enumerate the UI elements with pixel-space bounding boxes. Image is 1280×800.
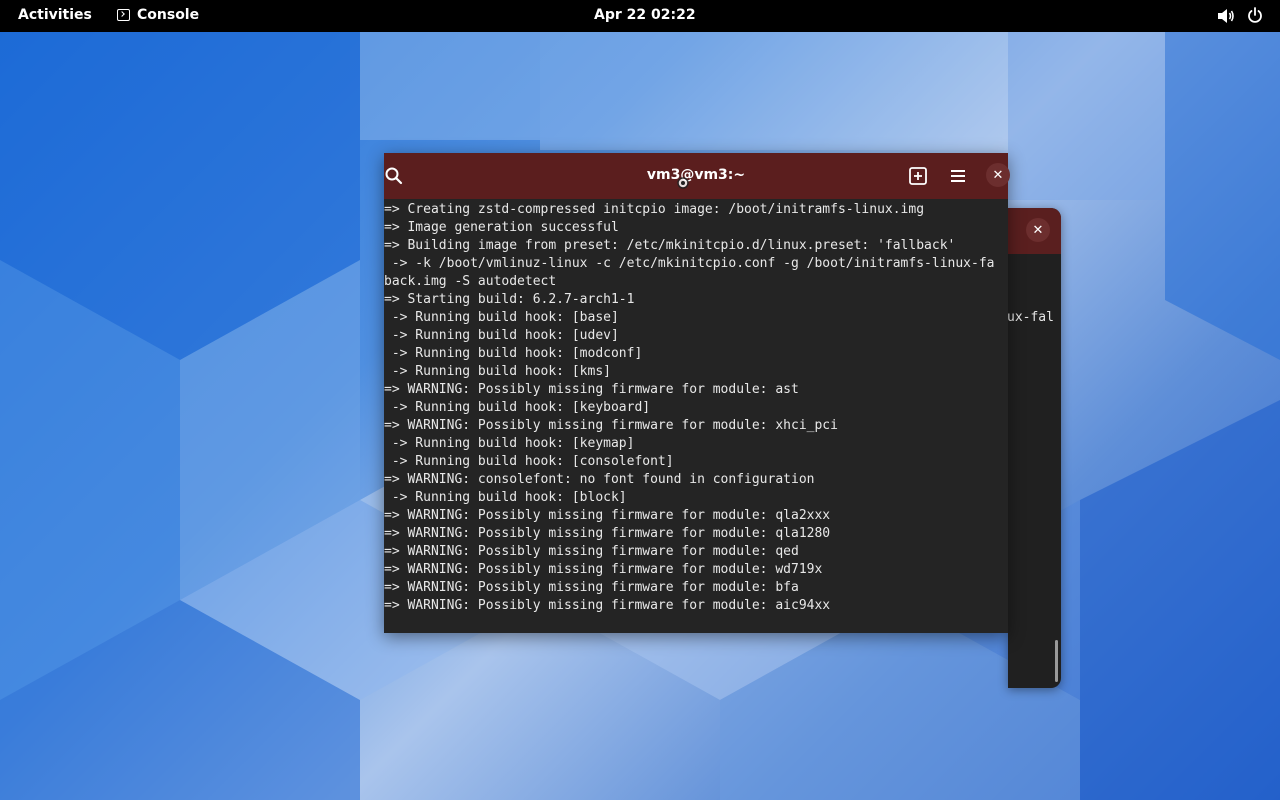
- terminal-line: => Starting build: 6.2.7-arch1-1: [384, 292, 635, 307]
- terminal-line: => WARNING: Possibly missing firmware fo…: [384, 526, 831, 541]
- scrollbar[interactable]: [1055, 640, 1058, 682]
- background-terminal-window[interactable]: [1008, 208, 1061, 688]
- terminal-line: => WARNING: Possibly missing firmware fo…: [384, 580, 799, 595]
- app-menu-button[interactable]: Console: [117, 7, 199, 23]
- background-window-text: ux-fal: [1007, 310, 1054, 325]
- app-name-label: Console: [137, 7, 200, 23]
- terminal-line: -> Running build hook: [base]: [384, 310, 619, 325]
- terminal-line: => Creating zstd-compressed initcpio ima…: [384, 202, 925, 217]
- volume-icon[interactable]: [1217, 8, 1235, 28]
- close-button[interactable]: ✕: [986, 163, 1010, 187]
- terminal-line: => WARNING: Possibly missing firmware fo…: [384, 598, 831, 613]
- terminal-app-icon: [117, 9, 130, 21]
- background-window-close-button[interactable]: ✕: [1026, 218, 1050, 242]
- hamburger-menu-icon[interactable]: [948, 166, 968, 186]
- terminal-line: => WARNING: Possibly missing firmware fo…: [384, 562, 823, 577]
- power-icon[interactable]: [1247, 7, 1263, 28]
- terminal-line: -> Running build hook: [keyboard]: [384, 400, 651, 415]
- top-bar: Activities Console Apr 22 02:22: [0, 0, 1280, 32]
- terminal-line: -> Running build hook: [modconf]: [384, 346, 643, 361]
- terminal-window[interactable]: vm3@vm3:~ ✕ => Creating zstd-compressed …: [384, 153, 1010, 633]
- activities-button[interactable]: Activities: [18, 7, 92, 23]
- move-cursor-icon: [675, 175, 691, 191]
- terminal-line: -> Running build hook: [kms]: [384, 364, 611, 379]
- terminal-line: => WARNING: consolefont: no font found i…: [384, 472, 815, 487]
- terminal-line: -> Running build hook: [block]: [384, 490, 627, 505]
- terminal-line: -> Running build hook: [udev]: [384, 328, 619, 343]
- terminal-output[interactable]: => Creating zstd-compressed initcpio ima…: [384, 201, 1008, 631]
- terminal-line: => WARNING: Possibly missing firmware fo…: [384, 418, 838, 433]
- terminal-line: => Building image from preset: /etc/mkin…: [384, 238, 956, 253]
- terminal-line: -> -k /boot/vmlinuz-linux -c /etc/mkinit…: [384, 256, 995, 271]
- new-tab-icon[interactable]: [908, 166, 928, 186]
- terminal-line: => Image generation successful: [384, 220, 619, 235]
- terminal-line: => WARNING: Possibly missing firmware fo…: [384, 544, 799, 559]
- terminal-line: back.img -S autodetect: [384, 274, 557, 289]
- terminal-line: -> Running build hook: [keymap]: [384, 436, 635, 451]
- window-titlebar[interactable]: vm3@vm3:~ ✕: [384, 153, 1010, 199]
- terminal-line: -> Running build hook: [consolefont]: [384, 454, 674, 469]
- terminal-line: => WARNING: Possibly missing firmware fo…: [384, 508, 831, 523]
- clock[interactable]: Apr 22 02:22: [594, 7, 696, 23]
- terminal-line: => WARNING: Possibly missing firmware fo…: [384, 382, 799, 397]
